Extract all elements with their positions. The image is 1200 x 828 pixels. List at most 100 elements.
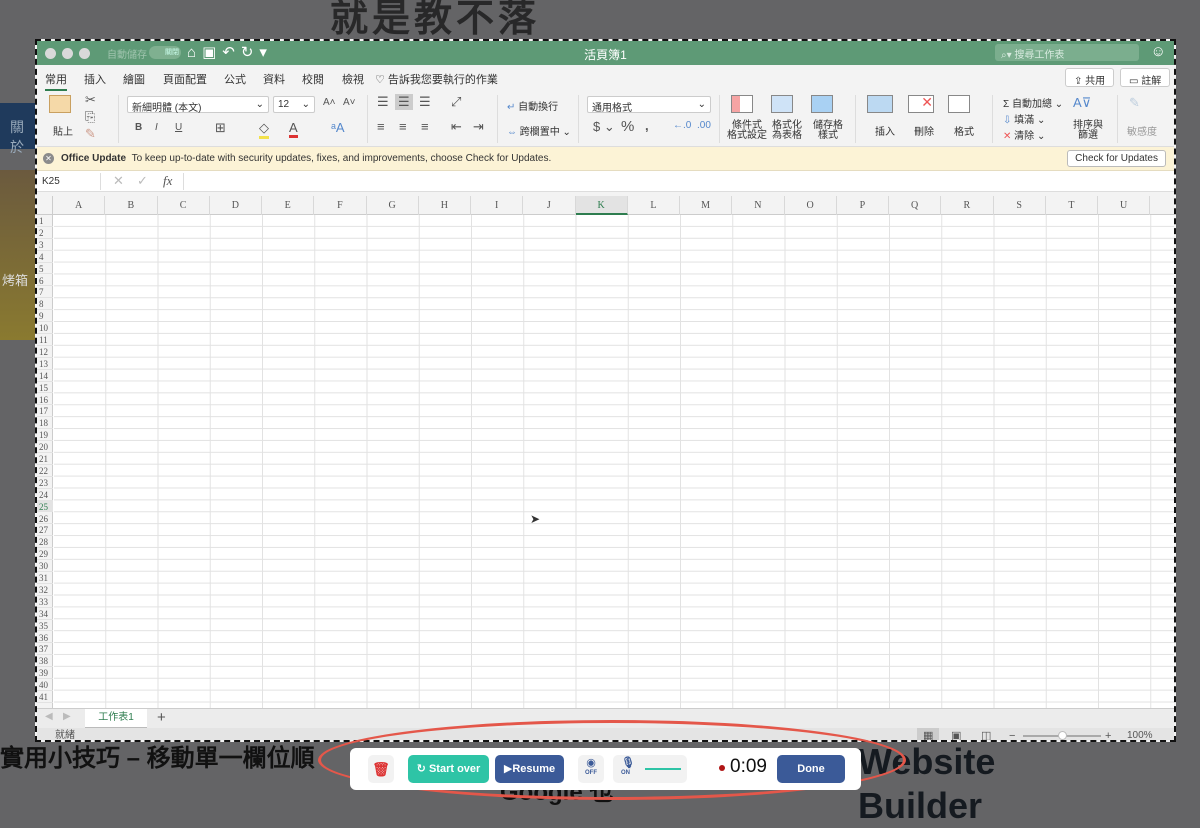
zoom-slider[interactable]: [1023, 731, 1101, 740]
sensitivity-label[interactable]: 敏感度: [1127, 123, 1157, 138]
column-header-A[interactable]: A: [53, 196, 106, 215]
column-header-M[interactable]: M: [680, 196, 733, 215]
conditional-format-icon[interactable]: [731, 95, 753, 113]
row-header-4[interactable]: 4: [37, 251, 53, 263]
resume-button[interactable]: ▶Resume: [495, 755, 564, 783]
row-header-13[interactable]: 13: [37, 358, 53, 370]
delete-cells-icon[interactable]: ✕: [908, 94, 934, 113]
add-sheet-button[interactable]: +: [157, 709, 166, 726]
paste-icon[interactable]: [49, 95, 71, 113]
enter-icon[interactable]: ✓: [137, 173, 148, 189]
row-header-29[interactable]: 29: [37, 548, 53, 561]
row-header-23[interactable]: 23: [37, 477, 53, 489]
check-for-updates-button[interactable]: Check for Updates: [1067, 150, 1166, 167]
camera-toggle[interactable]: ◉ OFF: [578, 755, 604, 783]
autosum-button[interactable]: Σ 自動加總 ⌄: [1003, 95, 1063, 110]
row-header-7[interactable]: 7: [37, 286, 53, 299]
row-header-34[interactable]: 34: [37, 608, 53, 620]
column-header-C[interactable]: C: [158, 196, 210, 215]
tab-formulas[interactable]: 公式: [224, 71, 246, 87]
column-header-H[interactable]: H: [419, 196, 471, 215]
column-header-N[interactable]: N: [732, 196, 785, 215]
tab-page-layout[interactable]: 頁面配置: [163, 71, 207, 87]
wrap-text-button[interactable]: ↵ 自動換行: [507, 98, 558, 113]
normal-view-icon[interactable]: ▦: [917, 728, 940, 740]
row-header-35[interactable]: 35: [37, 620, 53, 632]
align-top-icon[interactable]: ☰: [377, 94, 389, 110]
align-middle-icon[interactable]: ☰: [395, 94, 413, 110]
row-header-41[interactable]: 41: [37, 691, 53, 703]
share-button[interactable]: ⇪ 共用: [1065, 68, 1115, 87]
zoom-slider-thumb[interactable]: [1058, 731, 1067, 740]
format-cells-label[interactable]: 格式: [954, 123, 974, 138]
prev-sheet-icon[interactable]: ◀: [45, 711, 53, 722]
column-header-B[interactable]: B: [105, 196, 158, 215]
align-center-icon[interactable]: ≡: [399, 119, 407, 134]
row-header-38[interactable]: 38: [37, 655, 53, 668]
column-header-R[interactable]: R: [941, 196, 994, 215]
italic-icon[interactable]: I: [155, 122, 158, 133]
row-header-6[interactable]: 6: [37, 275, 53, 287]
tab-data[interactable]: 資料: [263, 71, 285, 87]
cut-icon[interactable]: ✂: [85, 92, 96, 108]
trash-button[interactable]: 🗑: [368, 755, 394, 783]
format-as-table-label[interactable]: 格式化 為表格: [772, 121, 802, 141]
row-header-5[interactable]: 5: [37, 263, 53, 275]
column-header-S[interactable]: S: [994, 196, 1046, 215]
column-header-I[interactable]: I: [471, 196, 524, 215]
delete-cells-label[interactable]: 刪除: [914, 123, 934, 138]
sheet-tab-1[interactable]: 工作表1: [85, 709, 147, 728]
cancel-icon[interactable]: ✕: [113, 173, 124, 189]
zoom-out-button[interactable]: −: [1009, 728, 1015, 740]
page-layout-view-icon[interactable]: ▣: [951, 728, 961, 740]
row-header-11[interactable]: 11: [37, 334, 53, 346]
name-box[interactable]: K25: [39, 173, 101, 190]
percent-icon[interactable]: %: [621, 118, 634, 135]
align-right-icon[interactable]: ≡: [421, 119, 429, 134]
row-header-37[interactable]: 37: [37, 643, 53, 656]
row-header-26[interactable]: 26: [37, 513, 53, 525]
feedback-smiley-icon[interactable]: ☺: [1151, 43, 1166, 60]
row-header-32[interactable]: 32: [37, 584, 53, 596]
row-header-12[interactable]: 12: [37, 346, 53, 358]
clear-button[interactable]: ✕ 清除 ⌄: [1003, 127, 1045, 142]
comma-style-icon[interactable]: ,: [645, 118, 649, 133]
row-header-28[interactable]: 28: [37, 536, 53, 549]
font-color-icon[interactable]: A: [289, 120, 298, 138]
increase-font-icon[interactable]: A˄: [323, 97, 336, 108]
page-break-view-icon[interactable]: ◫: [981, 728, 991, 740]
currency-icon[interactable]: $ ⌄: [593, 119, 615, 135]
row-header-19[interactable]: 19: [37, 429, 53, 442]
column-header-F[interactable]: F: [314, 196, 367, 215]
row-header-21[interactable]: 21: [37, 453, 53, 465]
column-header-J[interactable]: J: [523, 196, 576, 215]
row-header-31[interactable]: 31: [37, 572, 53, 584]
phonetic-icon[interactable]: ᵃA: [331, 120, 345, 135]
insert-cells-label[interactable]: 插入: [875, 123, 895, 138]
format-as-table-icon[interactable]: [771, 95, 793, 113]
decrease-indent-icon[interactable]: ⇤: [451, 119, 462, 135]
row-header-2[interactable]: 2: [37, 227, 53, 239]
column-header-P[interactable]: P: [837, 196, 889, 215]
select-all-button[interactable]: [37, 196, 53, 215]
paste-label[interactable]: 貼上: [53, 123, 73, 138]
align-bottom-icon[interactable]: ☰: [419, 94, 431, 110]
fill-color-icon[interactable]: ◇: [259, 120, 269, 139]
fill-button[interactable]: ⇩ 填滿 ⌄: [1003, 111, 1045, 126]
decrease-decimal-icon[interactable]: .00: [697, 120, 711, 131]
copy-icon[interactable]: ⎘: [85, 109, 95, 125]
row-header-10[interactable]: 10: [37, 322, 53, 334]
row-header-15[interactable]: 15: [37, 382, 53, 394]
row-header-24[interactable]: 24: [37, 489, 53, 501]
tab-insert[interactable]: 插入: [84, 71, 106, 87]
column-header-E[interactable]: E: [262, 196, 315, 215]
row-header-16[interactable]: 16: [37, 394, 53, 406]
column-header-K[interactable]: K: [575, 196, 628, 215]
format-painter-icon[interactable]: ✎: [85, 126, 96, 142]
done-button[interactable]: Done: [777, 755, 845, 783]
start-over-button[interactable]: ↻ Start over: [408, 755, 489, 783]
row-header-36[interactable]: 36: [37, 632, 53, 644]
tab-review[interactable]: 校閱: [302, 71, 324, 87]
cell-grid[interactable]: [54, 215, 1174, 708]
align-left-icon[interactable]: ≡: [377, 119, 385, 134]
